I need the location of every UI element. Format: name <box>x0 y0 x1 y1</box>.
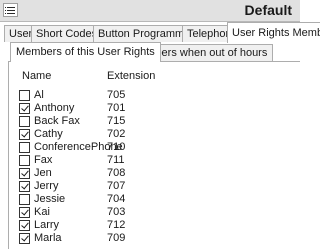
tab-members-of-user-rights[interactable]: Members of this User Rights <box>10 42 161 62</box>
member-extension: 702 <box>107 128 126 140</box>
tab-short-codes[interactable]: Short Codes <box>31 25 103 42</box>
member-checkbox[interactable] <box>19 233 30 244</box>
member-checkbox[interactable] <box>19 103 30 114</box>
member-name: Fax <box>34 154 53 166</box>
member-name: Back Fax <box>34 115 80 127</box>
member-name: Jen <box>34 167 52 179</box>
outer-tab-strip: User Short Codes Button Programming Tele… <box>0 22 320 43</box>
member-extension: 709 <box>107 232 126 244</box>
member-checkbox[interactable] <box>19 220 30 231</box>
user-rights-membership-panel: Members of this User Rights Members when… <box>0 42 301 249</box>
member-extension: 707 <box>107 180 126 192</box>
member-checkbox[interactable] <box>19 155 30 166</box>
hamburger-menu-icon[interactable] <box>3 3 18 17</box>
column-header-name[interactable]: Name <box>22 70 51 82</box>
list-item[interactable]: ConferencePhone 710 <box>9 141 301 155</box>
member-name: Jessie <box>34 193 66 205</box>
list-header: Name Extension <box>9 62 301 83</box>
member-checkbox[interactable] <box>19 207 30 218</box>
member-extension: 703 <box>107 206 126 218</box>
member-checkbox[interactable] <box>19 129 30 140</box>
member-name: Kai <box>34 206 50 218</box>
window-title: Default <box>244 2 292 18</box>
member-checkbox[interactable] <box>19 194 30 205</box>
member-extension: 710 <box>107 141 126 153</box>
member-checkbox[interactable] <box>19 168 30 179</box>
member-checkbox[interactable] <box>19 142 30 153</box>
member-checkbox[interactable] <box>19 181 30 192</box>
member-extension: 708 <box>107 167 126 179</box>
member-extension: 704 <box>107 193 126 205</box>
member-extension: 715 <box>107 115 126 127</box>
column-header-extension[interactable]: Extension <box>107 70 155 82</box>
member-name: Al <box>34 89 44 101</box>
member-extension: 705 <box>107 89 126 101</box>
tab-user-rights-membership[interactable]: User Rights Memb <box>227 22 320 43</box>
member-name: Larry <box>34 219 60 231</box>
members-list: Name Extension Al 705 Anthony 701 Back F… <box>8 62 301 249</box>
list-item[interactable]: Marla 709 <box>9 232 301 246</box>
member-extension: 712 <box>107 219 126 231</box>
title-bar: Default <box>0 0 300 22</box>
member-name: Marla <box>34 232 62 244</box>
member-name: Jerry <box>34 180 59 192</box>
member-name: Cathy <box>34 128 63 140</box>
member-name: Anthony <box>34 102 75 114</box>
list-item[interactable]: Fax 711 <box>9 154 301 168</box>
member-extension: 701 <box>107 102 126 114</box>
list-item[interactable]: Jessie 704 <box>9 193 301 207</box>
member-extension: 711 <box>107 154 125 166</box>
inner-tab-strip: Members of this User Rights Members when… <box>8 42 300 62</box>
member-checkbox[interactable] <box>19 116 30 127</box>
member-checkbox[interactable] <box>19 90 30 101</box>
